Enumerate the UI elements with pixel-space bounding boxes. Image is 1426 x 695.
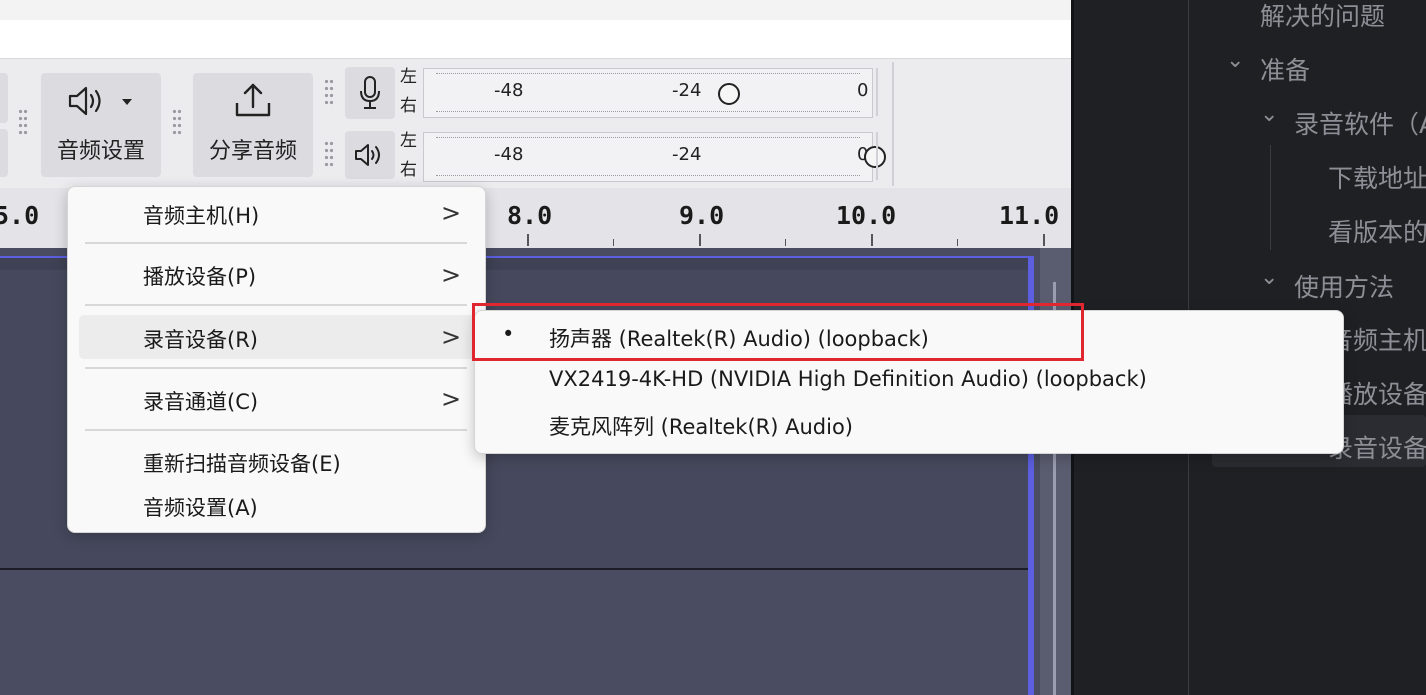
toolbar-grip[interactable]: [324, 140, 334, 170]
menu-item-recording-device[interactable]: 录音设备(R): [143, 324, 258, 354]
ruler-label: 11.0: [999, 201, 1060, 230]
menu-separator: [85, 304, 467, 306]
toolbar-divider: [892, 62, 894, 186]
outline-guide: [1270, 145, 1271, 250]
share-upload-icon: [235, 83, 271, 117]
playback-meter-button[interactable]: [345, 131, 395, 179]
submenu-item-vx2419-loopback[interactable]: VX2419-4K-HD (NVIDIA High Definition Aud…: [549, 367, 1147, 391]
ruler-tick: [1043, 234, 1045, 246]
caret-down-icon: [122, 99, 132, 105]
menu-item-audio-settings[interactable]: 音频设置(A): [143, 492, 258, 522]
chevron-right-icon: >: [441, 323, 462, 351]
record-level-slider-knob[interactable]: [718, 83, 740, 105]
menu-separator: [85, 429, 467, 431]
meter-right-label: 右: [400, 96, 417, 116]
outline-item[interactable]: 准备: [1260, 51, 1310, 87]
microphone-icon: [360, 76, 380, 109]
meter-left-label: 左: [400, 131, 417, 151]
ruler-tick: [785, 239, 786, 246]
share-audio-label: 分享音频: [208, 139, 297, 164]
menu-item-recording-channels[interactable]: 录音通道(C): [143, 386, 258, 416]
cutoff-button-top[interactable]: [0, 73, 8, 123]
record-meter[interactable]: [423, 68, 873, 118]
menu-item-rescan-devices[interactable]: 重新扫描音频设备(E): [143, 448, 341, 478]
menu-band: [0, 20, 1071, 58]
menu-separator: [85, 242, 467, 244]
ruler-tick: [871, 234, 873, 246]
toolbar-grip[interactable]: [18, 108, 28, 138]
speaker-icon: [68, 86, 101, 116]
toolbar-grip[interactable]: [172, 108, 182, 138]
audio-settings-menu: [67, 186, 486, 533]
meter-right-label: 右: [400, 160, 417, 180]
empty-track-region[interactable]: [0, 570, 1028, 695]
outline-item[interactable]: 看版本的: [1328, 213, 1426, 249]
ruler-label: 9.0: [679, 201, 725, 230]
playback-level-slider-knob[interactable]: [864, 146, 886, 168]
meter-tick-label: -24: [672, 144, 702, 165]
submenu-item-microphone-array[interactable]: 麦克风阵列 (Realtek(R) Audio): [549, 411, 853, 441]
chevron-down-icon[interactable]: ⌄: [1260, 265, 1278, 290]
ruler-label: 5.0: [0, 201, 40, 230]
meter-tick-label: -24: [672, 80, 702, 101]
outline-item[interactable]: 录音软件（A: [1294, 105, 1426, 141]
audio-settings-button[interactable]: 音频设置: [41, 73, 161, 177]
title-strip: [0, 0, 1071, 20]
meter-tick-label: -48: [494, 144, 524, 165]
outline-item[interactable]: 解决的问题: [1260, 0, 1385, 33]
menu-separator: [85, 367, 467, 369]
ruler-tick: [613, 239, 614, 246]
menu-item-audio-host[interactable]: 音频主机(H): [143, 200, 259, 230]
chevron-right-icon: >: [441, 385, 462, 413]
playback-meter[interactable]: [423, 132, 873, 182]
ruler-tick: [527, 234, 529, 246]
chevron-right-icon: >: [441, 261, 462, 289]
share-audio-button[interactable]: 分享音频: [193, 73, 313, 177]
chevron-right-icon: >: [441, 199, 462, 227]
chevron-down-icon[interactable]: ⌄: [1226, 48, 1244, 73]
outline-item[interactable]: 下载地址: [1328, 159, 1426, 195]
ruler-tick: [957, 239, 958, 246]
cutoff-button-bottom[interactable]: [0, 129, 8, 177]
outline-item[interactable]: 使用方法: [1294, 268, 1394, 304]
meter-left-label: 左: [400, 67, 417, 87]
ruler-tick: [699, 234, 701, 246]
ruler-label: 8.0: [507, 201, 553, 230]
meter-tick-label: 0: [857, 80, 869, 101]
ruler-label: 10.0: [836, 201, 897, 230]
toolbar-grip[interactable]: [324, 78, 334, 108]
speaker-icon: [355, 144, 380, 166]
menu-item-playback-device[interactable]: 播放设备(P): [143, 261, 256, 291]
chevron-down-icon[interactable]: ⌄: [1260, 102, 1278, 127]
audio-settings-label: 音频设置: [56, 139, 145, 164]
meter-divider: [876, 132, 878, 180]
annotation-highlight-box: [472, 303, 1084, 361]
menu-hover-highlight: [79, 315, 477, 359]
meter-divider: [876, 68, 878, 116]
record-meter-button[interactable]: [345, 67, 395, 119]
meter-tick-label: -48: [494, 80, 524, 101]
